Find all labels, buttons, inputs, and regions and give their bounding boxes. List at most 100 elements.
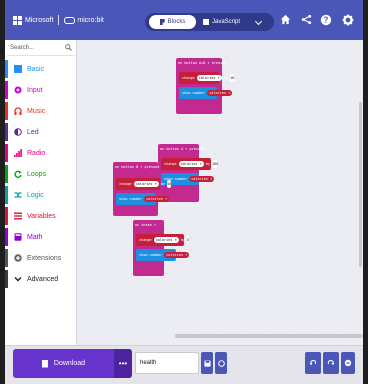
variable-dropdown[interactable]: calories ▾ <box>153 237 179 243</box>
event-block-button-a[interactable]: on button A ▾ pressed change calories ▾ … <box>158 144 219 202</box>
change-value-input[interactable]: 50 <box>166 180 172 188</box>
event-block-button-ab[interactable]: on button A+B ▾ pressed change calories … <box>176 58 235 114</box>
toolbox: Search... Basic Input Music Led Radio Lo… <box>5 40 77 345</box>
toolbox-category-input[interactable]: Input <box>5 81 77 99</box>
category-color-bar <box>5 81 8 99</box>
toolbox-category-advanced[interactable]: Advanced <box>5 270 77 288</box>
zoom-out-icon[interactable] <box>341 352 355 374</box>
project-name-input[interactable]: health <box>135 352 199 374</box>
show-number-block[interactable]: show number calories ▾ <box>136 249 190 261</box>
toolbox-category-loops[interactable]: Loops <box>5 165 77 183</box>
save-icon[interactable] <box>201 352 213 374</box>
category-color-bar <box>5 102 8 120</box>
change-variable-block[interactable]: change calories ▾ by 10 <box>179 72 235 84</box>
event-header: on button B ▾ pressed <box>115 165 160 169</box>
javascript-icon <box>203 19 209 25</box>
show-number-block[interactable]: show number calories ▾ <box>179 87 233 99</box>
redo-icon[interactable] <box>323 352 339 374</box>
show-number-block[interactable]: show number calories ▾ <box>116 193 170 205</box>
event-block-on-shake[interactable]: on shake ▾ change calories ▾ by 5 show n… <box>133 220 190 276</box>
toolbox-category-extensions[interactable]: Extensions <box>5 249 77 267</box>
show-number-label: show number <box>182 91 206 95</box>
category-label: Basic <box>27 65 45 73</box>
toolbox-category-math[interactable]: Math <box>5 228 77 246</box>
variable-reporter[interactable]: calories ▾ <box>144 196 170 202</box>
change-variable-block[interactable]: change calories ▾ by 5 <box>136 234 190 246</box>
category-color-bar <box>5 60 8 78</box>
variable-reporter[interactable]: calories ▾ <box>189 176 215 182</box>
category-color-bar <box>5 123 8 141</box>
brand-separator <box>58 15 60 25</box>
tab-blocks-label: Blocks <box>167 19 186 25</box>
category-label: Logic <box>27 191 44 199</box>
variable-reporter[interactable]: calories ▾ <box>207 90 233 96</box>
toolbox-category-radio[interactable]: Radio <box>5 144 77 162</box>
change-label: change <box>119 182 132 186</box>
brand-microsoft: Microsoft <box>25 16 54 24</box>
category-label: Music <box>27 107 46 115</box>
variable-dropdown[interactable]: calories ▾ <box>133 181 159 187</box>
brand-microbit: micro:bit <box>77 16 104 24</box>
category-label: Input <box>27 86 43 94</box>
variable-dropdown[interactable]: calories ▾ <box>196 75 222 81</box>
tab-javascript-label: JavaScript <box>212 19 241 25</box>
brand[interactable]: Microsoft micro:bit <box>13 13 104 27</box>
toolbox-category-music[interactable]: Music <box>5 102 77 120</box>
led-half-circle-icon <box>14 128 22 136</box>
change-value-input[interactable]: 5 <box>186 236 190 244</box>
help-icon[interactable]: ? <box>319 13 332 26</box>
github-icon[interactable] <box>215 352 227 374</box>
category-color-bar <box>5 165 8 183</box>
event-header: on shake ▾ <box>135 223 157 227</box>
change-value-input[interactable]: 100 <box>211 160 219 168</box>
search-placeholder: Search... <box>10 45 35 51</box>
category-label: Extensions <box>27 254 62 262</box>
language-dropdown-chevron-down-icon[interactable] <box>254 17 263 26</box>
blocks-workspace[interactable]: on button A+B ▾ pressed change calories … <box>77 40 363 345</box>
search-icon[interactable] <box>65 44 72 53</box>
variable-reporter[interactable]: calories ▾ <box>164 252 190 258</box>
change-variable-block[interactable]: change calories ▾ by 50 <box>116 178 172 190</box>
list-lines-icon <box>14 212 22 220</box>
horizontal-scrollbar[interactable] <box>175 334 363 338</box>
change-value-input[interactable]: 10 <box>229 74 235 82</box>
toolbox-search-input[interactable]: Search... <box>7 42 75 56</box>
svg-text:?: ? <box>323 15 328 24</box>
grid-icon <box>14 65 22 73</box>
category-color-bar <box>5 228 8 246</box>
settings-icon[interactable] <box>341 13 354 26</box>
category-label: Variables <box>27 212 56 220</box>
category-label: Radio <box>27 149 46 157</box>
loop-arrow-icon <box>14 170 22 178</box>
microbit-logo-icon <box>64 16 76 24</box>
category-color-bar <box>5 270 8 288</box>
tab-blocks[interactable]: Blocks <box>149 15 196 29</box>
download-more-button[interactable]: ••• <box>114 349 132 378</box>
change-label: change <box>139 238 152 242</box>
toolbox-category-variables[interactable]: Variables <box>5 207 77 225</box>
event-block-button-b[interactable]: on button B ▾ pressed change calories ▾ … <box>113 162 172 216</box>
change-label: change <box>182 76 195 80</box>
variable-dropdown[interactable]: calories ▾ <box>178 161 204 167</box>
share-icon[interactable] <box>300 13 313 26</box>
signal-bars-icon <box>14 149 22 157</box>
tab-javascript[interactable]: JavaScript <box>201 15 251 29</box>
toolbox-category-logic[interactable]: Logic <box>5 186 77 204</box>
vertical-scrollbar[interactable] <box>359 102 362 267</box>
puzzle-piece-icon <box>159 19 165 25</box>
change-variable-block[interactable]: change calories ▾ by 100 <box>161 158 219 170</box>
shuffle-icon <box>14 191 22 199</box>
plus-circle-icon <box>14 254 22 262</box>
undo-icon[interactable] <box>305 352 321 374</box>
category-color-bar <box>5 207 8 225</box>
event-header: on button A+B ▾ pressed <box>178 61 227 65</box>
calculator-icon <box>14 233 22 241</box>
home-icon[interactable] <box>279 13 292 26</box>
toolbox-category-basic[interactable]: Basic <box>5 60 77 78</box>
by-label: by <box>223 76 228 80</box>
makecode-editor: Microsoft micro:bit Blocks JavaScript ? <box>5 0 363 384</box>
show-number-label: show number <box>139 253 163 257</box>
download-button[interactable]: Download <box>13 349 114 378</box>
toolbox-category-led[interactable]: Led <box>5 123 77 141</box>
download-icon <box>41 359 48 368</box>
